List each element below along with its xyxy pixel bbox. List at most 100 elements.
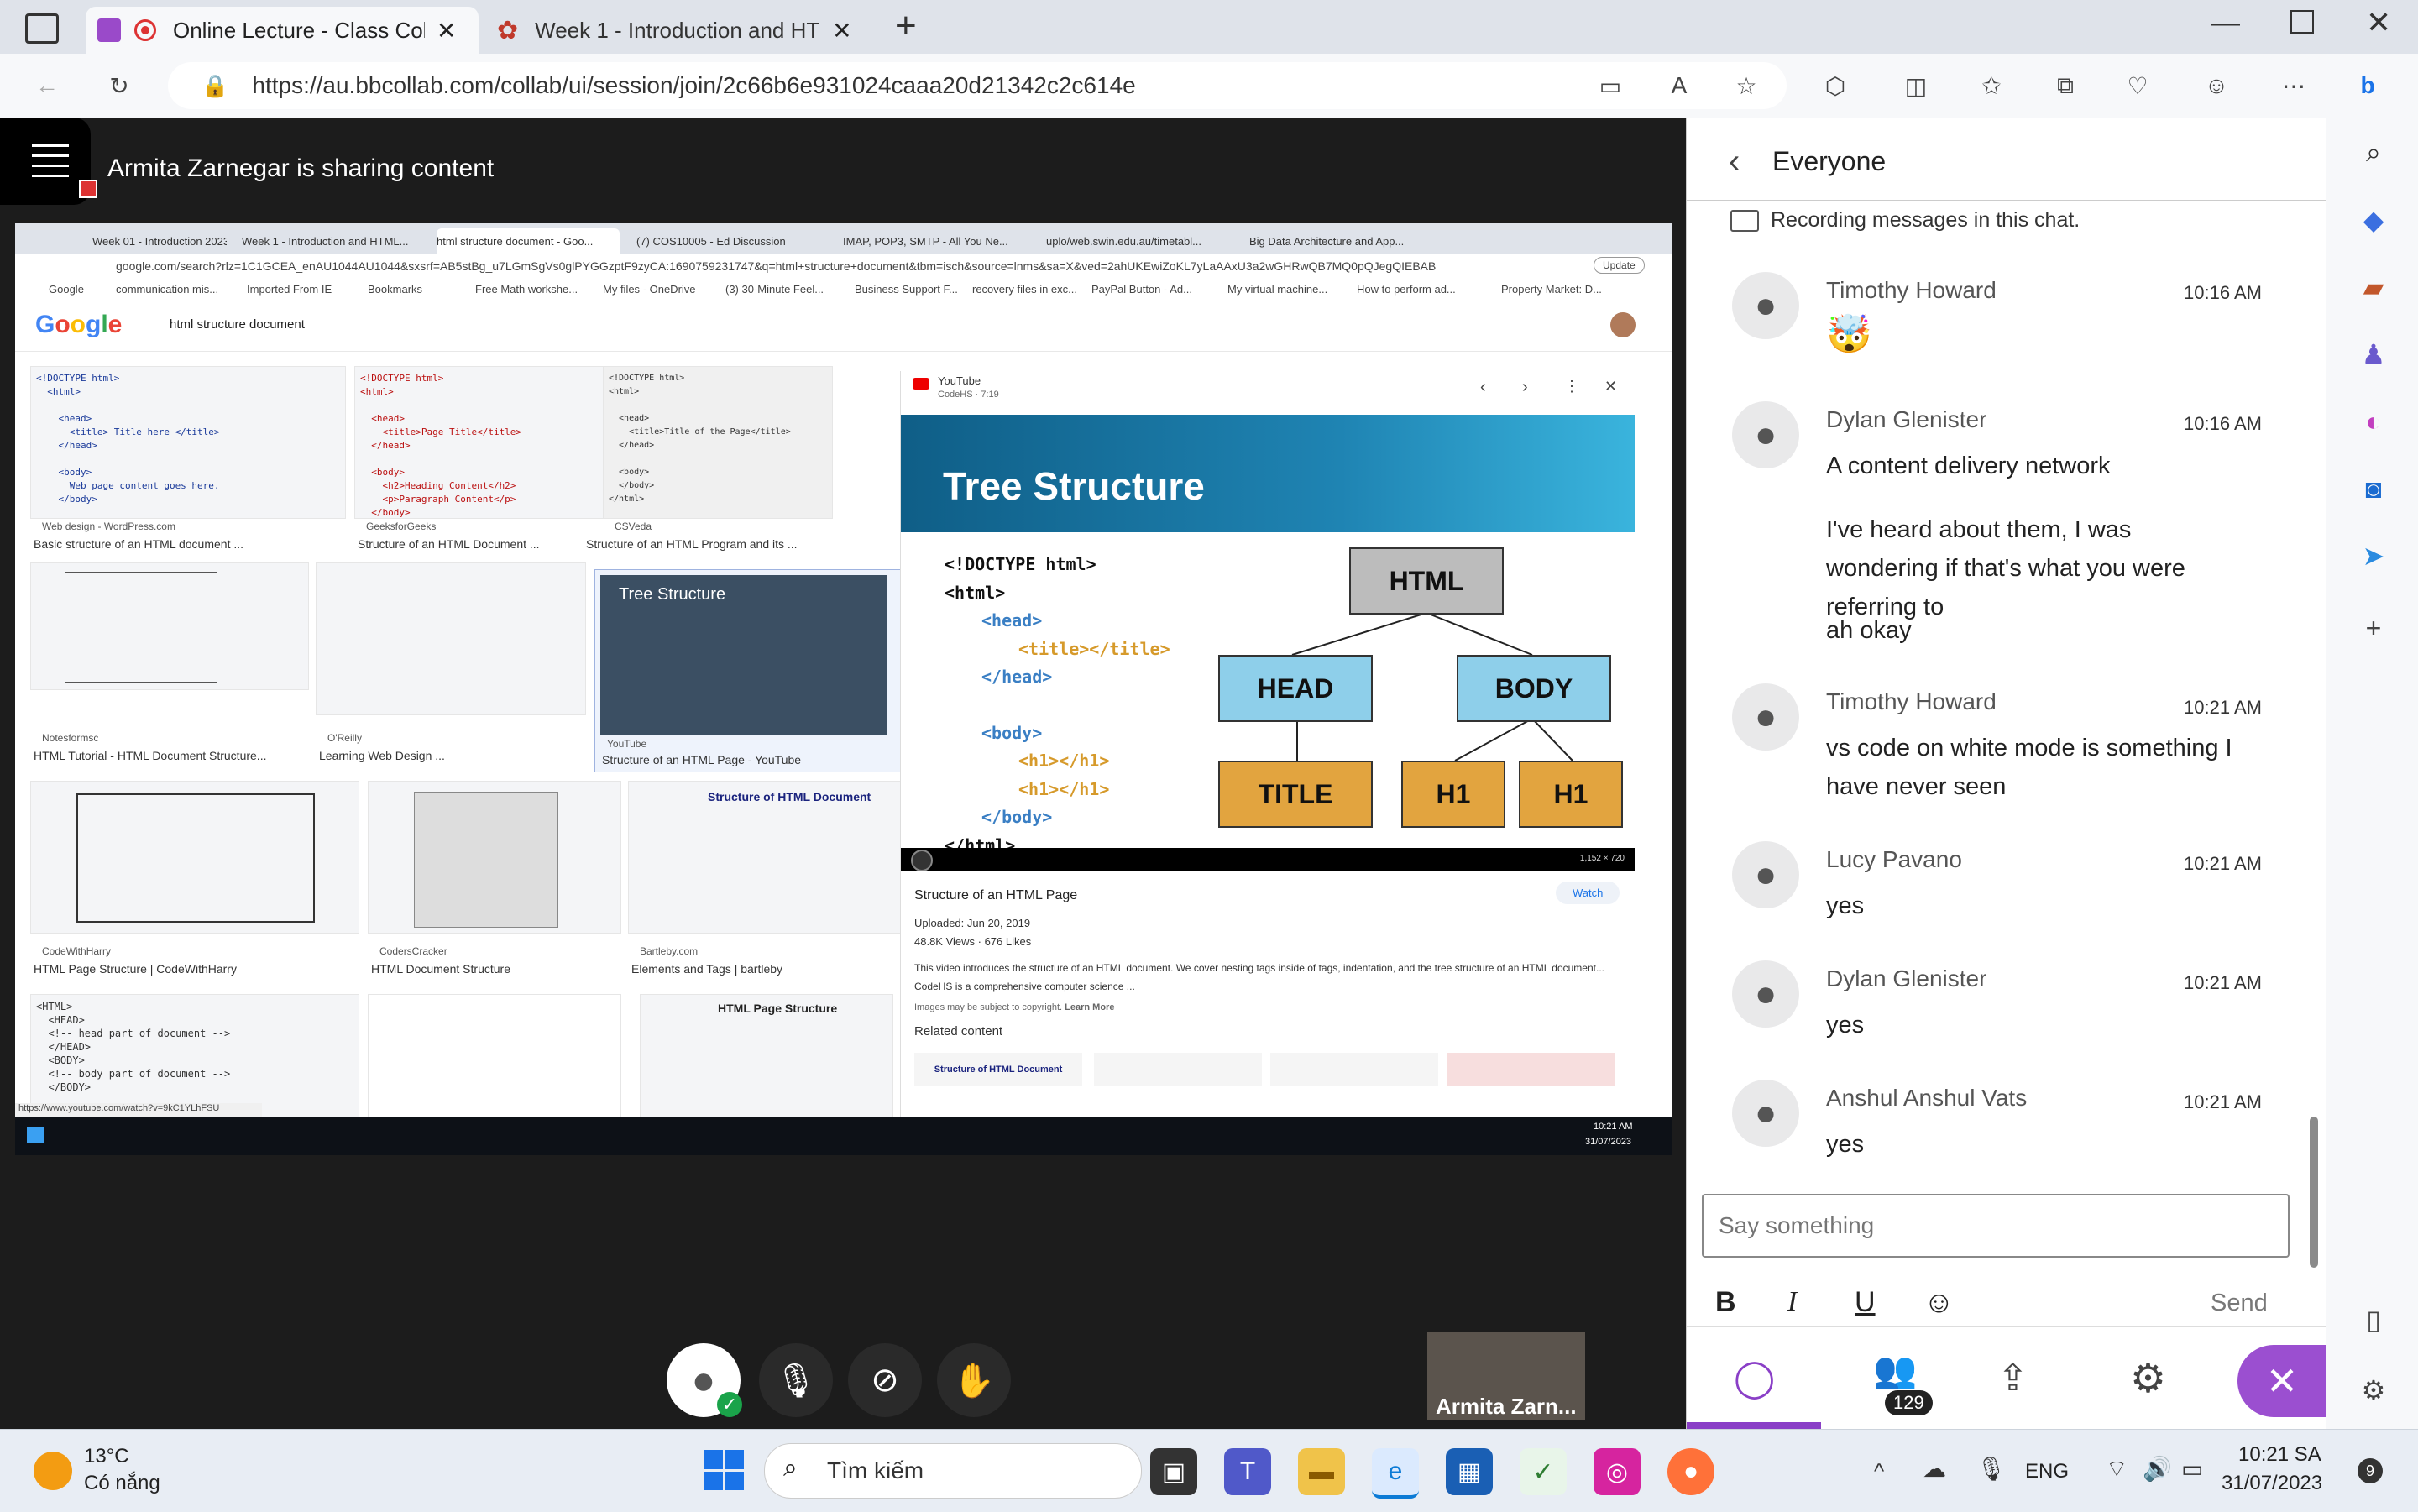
taskbar-search[interactable]: ⌕ Tìm kiếm (764, 1443, 1142, 1499)
onedrive-icon[interactable]: ☁ (1923, 1455, 1946, 1483)
toolbox-icon[interactable]: ▰ (2355, 269, 2392, 306)
firefox-icon[interactable]: ● (1667, 1448, 1714, 1495)
message-text: yes (1826, 1131, 1865, 1158)
minimize-icon[interactable]: — (2211, 7, 2240, 39)
message-author: Anshul Anshul Vats (1826, 1085, 2028, 1111)
close-tab-icon[interactable]: ✕ (832, 17, 851, 44)
emoji-button[interactable]: ☺ (1923, 1284, 1955, 1320)
notification-badge[interactable]: 9 (2358, 1458, 2383, 1483)
tab-online-lecture[interactable]: Online Lecture - Class Collal ✕ (86, 7, 479, 54)
chat-scrollbar[interactable] (2308, 247, 2320, 1288)
weather-desc: Có nắng (84, 1472, 160, 1494)
back-icon[interactable]: ← (30, 69, 64, 102)
weather-sun-icon[interactable] (34, 1452, 72, 1490)
underline-button[interactable]: U (1855, 1286, 1876, 1319)
bookmark: Property Market: D... (1501, 283, 1602, 296)
tree-node-head: HEAD (1218, 655, 1373, 722)
search-icon[interactable]: ⌕ (2355, 134, 2392, 171)
thumbnail-title: Tree Structure (619, 585, 726, 604)
tab-actions-icon[interactable] (25, 13, 59, 44)
collections-icon[interactable]: ⧉ (2049, 69, 2082, 102)
volume-icon[interactable]: 🔊 (2143, 1455, 2172, 1483)
wifi-icon[interactable]: ⌔ (2106, 1455, 2128, 1484)
language-indicator[interactable]: ENG (2025, 1460, 2069, 1483)
participants-tab[interactable]: 👥 129 (1855, 1345, 1955, 1420)
task-view-icon[interactable]: ▣ (1150, 1448, 1197, 1495)
back-icon[interactable]: ‹ (1729, 143, 1740, 180)
camera-toggle-button[interactable]: ⊘ (848, 1343, 922, 1417)
close-window-icon[interactable]: ✕ (2366, 5, 2391, 40)
user-icon: ● (1754, 696, 1777, 737)
edge-sidebar: ⌕ ◆ ▰ ♟ ◐ ◙ ➤ + ▯ ⚙ (2326, 118, 2418, 1429)
url-text: https://au.bbcollab.com/collab/ui/sessio… (252, 72, 1136, 98)
favorite-star-icon[interactable]: ☆ (1730, 69, 1763, 102)
clock-time[interactable]: 10:21 SA (2238, 1443, 2321, 1467)
split-screen-icon[interactable]: ◫ (1899, 69, 1933, 102)
close-panel-button[interactable]: ✕ (2237, 1345, 2326, 1417)
office-icon[interactable]: ◐ (2355, 403, 2392, 440)
bold-button[interactable]: B (1715, 1286, 1736, 1319)
bing-copilot-icon[interactable]: b (2351, 69, 2384, 102)
mute-microphone-button[interactable]: 🎙 (759, 1343, 833, 1417)
settings-icon[interactable]: ⚙ (2130, 1355, 2166, 1402)
message-author: Dylan Glenister (1826, 965, 1987, 991)
more-menu-icon[interactable]: ⋯ (2277, 69, 2311, 102)
recording-indicator-icon (79, 180, 97, 198)
clock-date[interactable]: 31/07/2023 (2222, 1472, 2322, 1495)
restore-icon[interactable] (2290, 10, 2314, 34)
new-tab-icon[interactable]: + (895, 5, 917, 47)
session-menu-button[interactable] (0, 118, 97, 205)
chat-input[interactable] (1702, 1194, 2290, 1258)
outlook-icon[interactable]: ◙ (2355, 470, 2392, 507)
extensions-icon[interactable]: ⬡ (1819, 69, 1852, 102)
edge-browser-icon[interactable]: e (1372, 1448, 1419, 1499)
diagram-box (414, 792, 558, 928)
read-aloud-icon[interactable]: A (1662, 69, 1696, 102)
add-icon[interactable]: + (2355, 610, 2392, 646)
store-icon[interactable]: ▦ (1446, 1448, 1493, 1495)
instagram-icon[interactable]: ◎ (1594, 1448, 1641, 1495)
profile-icon[interactable]: ☺ (2200, 69, 2233, 102)
raise-hand-button[interactable]: ✋ (937, 1343, 1011, 1417)
close-tab-icon[interactable]: ✕ (437, 17, 456, 44)
games-icon[interactable]: ♟ (2355, 336, 2392, 373)
youtube-preview-panel: YouTube CodeHS · 7:19 ‹ › ⋮ ✕ Tree Struc… (900, 371, 1656, 1118)
italic-button[interactable]: I (1787, 1286, 1797, 1318)
user-icon: ● (1754, 414, 1777, 455)
result-thumbnail (30, 562, 309, 690)
start-tile (725, 1450, 744, 1469)
battery-icon[interactable]: ▭ (2181, 1455, 2203, 1483)
my-status-button[interactable]: ● ✓ (667, 1343, 742, 1417)
bookmark: Free Math workshe... (475, 283, 578, 296)
send-button[interactable]: Send (2211, 1290, 2268, 1317)
copyright-note: Images may be subject to copyright. Lear… (914, 1002, 1114, 1012)
refresh-icon[interactable]: ↻ (102, 69, 136, 102)
avatar: ● (1732, 1080, 1799, 1147)
settings-icon[interactable]: ⚙ (2355, 1372, 2392, 1409)
bookmark: My virtual machine... (1227, 283, 1328, 296)
selected-result[interactable]: Tree Structure YouTube Structure of an H… (594, 569, 905, 772)
file-explorer-icon[interactable]: ▬ (1298, 1448, 1345, 1495)
chat-tab[interactable]: ◯ (1687, 1328, 1821, 1429)
microphone-icon[interactable]: 🎙 (1976, 1455, 2007, 1483)
share-content-icon[interactable]: ⇪ (1997, 1357, 2028, 1400)
address-bar[interactable]: 🔒 https://au.bbcollab.com/collab/ui/sess… (168, 62, 1787, 109)
message-time: 10:16 AM (2184, 282, 2262, 303)
shared-tab: Week 1 - Introduction and HTML... (242, 234, 409, 248)
tag-icon[interactable]: ◆ (2355, 201, 2392, 238)
chevron-up-icon[interactable]: ^ (1874, 1458, 1884, 1484)
sidebar-toggle-icon[interactable]: ▯ (2355, 1301, 2392, 1338)
result-source: Bartleby.com (640, 945, 699, 957)
favorites-icon[interactable]: ✩ (1975, 69, 2008, 102)
windows-start-icon[interactable] (704, 1450, 744, 1490)
chat-panel: ‹ Everyone Recording messages in this ch… (1686, 118, 2326, 1429)
scrollbar-thumb[interactable] (2310, 1117, 2318, 1268)
send-icon[interactable]: ➤ (2355, 537, 2392, 574)
camera-icon[interactable]: ▭ (1594, 69, 1627, 102)
performance-icon[interactable]: ♡ (2121, 69, 2154, 102)
diagram-box (76, 793, 315, 923)
teams-icon[interactable]: T (1224, 1448, 1271, 1495)
video-stats: 48.8K Views · 676 Likes (914, 935, 1032, 948)
green-app-icon[interactable]: ✓ (1520, 1448, 1567, 1495)
tab-week1[interactable]: ✿ Week 1 - Introduction and HTML ✕ (482, 7, 873, 54)
